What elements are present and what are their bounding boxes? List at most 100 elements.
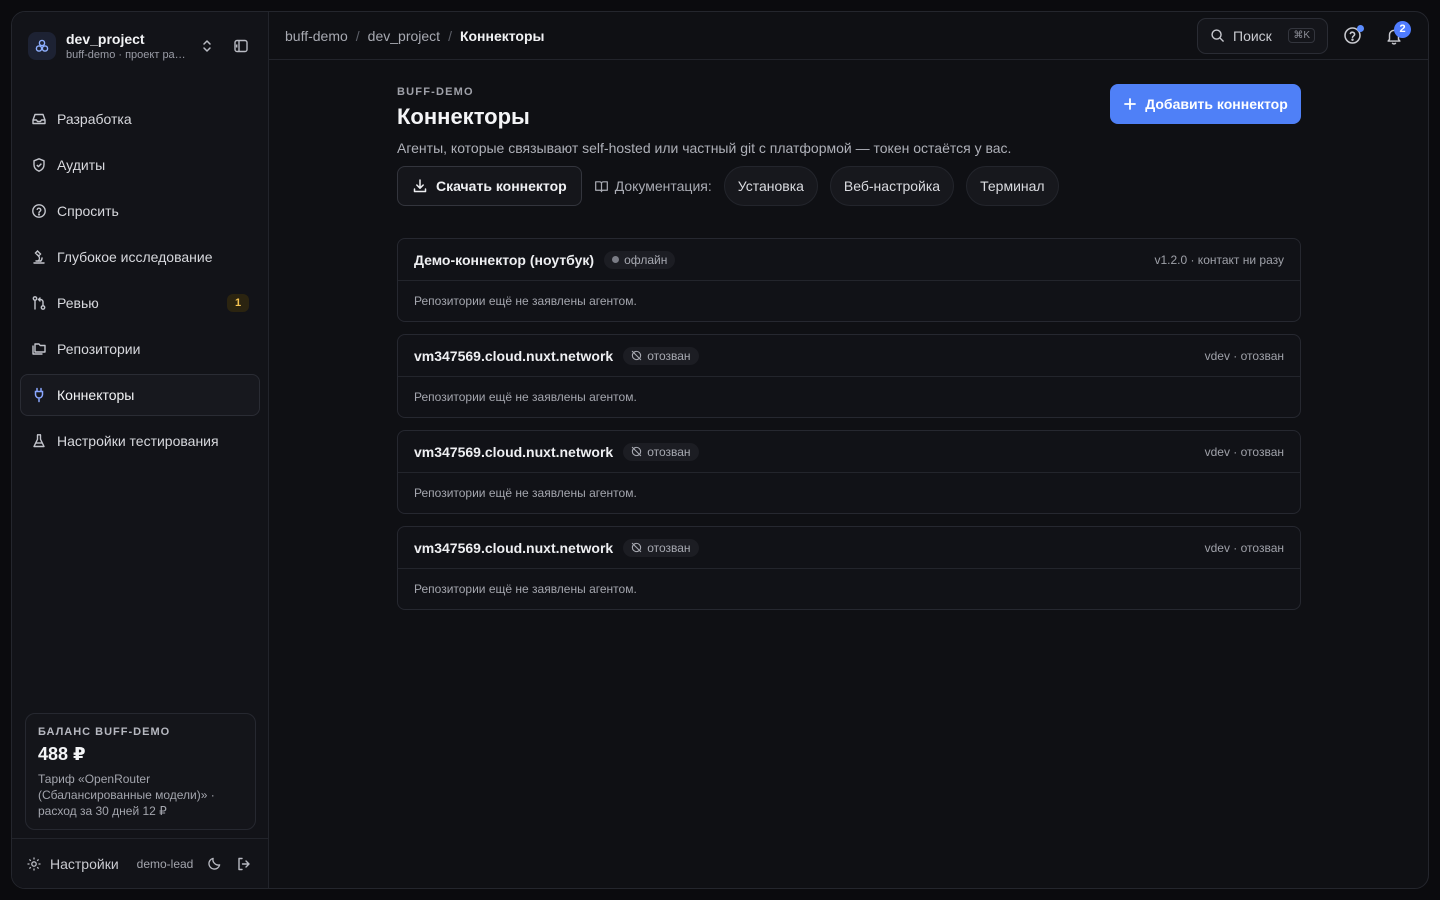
breadcrumb-separator: / — [355, 27, 360, 44]
status-label: отозван — [647, 348, 691, 363]
revoked-icon — [632, 350, 642, 361]
notifications-count-badge: 2 — [1394, 20, 1411, 38]
sidebar-item-label: Настройки тестирования — [57, 433, 219, 449]
docs-label: Документация: — [594, 178, 712, 194]
review-count-badge: 1 — [227, 294, 249, 312]
status-badge: отозван — [623, 442, 699, 461]
search-label: Поиск — [1233, 27, 1272, 44]
balance-amount: 488 ₽ — [38, 744, 86, 764]
project-name: dev_project — [66, 30, 145, 47]
status-badge: отозван — [623, 538, 699, 557]
logout-icon[interactable] — [236, 856, 252, 872]
doc-link-install[interactable]: Установка — [723, 166, 818, 206]
sidebar-nav: Разработка Аудиты Спросить Глубокое иссл… — [12, 80, 268, 466]
status-badge: офлайн — [604, 250, 676, 269]
microscope-icon — [31, 249, 47, 265]
status-badge: отозван — [623, 346, 699, 365]
git-compare-icon — [31, 295, 47, 311]
sidebar-item-deep-research[interactable]: Глубокое исследование — [20, 236, 260, 278]
revoked-icon — [632, 542, 642, 553]
sidebar-collapse-icon[interactable] — [230, 35, 252, 57]
breadcrumb: buff-demo / dev_project / Коннекторы — [285, 28, 1197, 44]
notifications-button[interactable]: 2 — [1376, 18, 1412, 54]
balance-description: Тариф «OpenRouter (Сбалансированные моде… — [38, 772, 215, 818]
page-content: BUFF-DEMO Коннекторы Агенты, которые свя… — [397, 60, 1301, 610]
connector-card-header: Демо-коннектор (ноутбук) офлайн v1.2.0 ·… — [398, 239, 1300, 281]
book-icon — [594, 180, 608, 192]
plug-icon — [31, 387, 47, 403]
user-name: demo-lead — [136, 856, 194, 871]
connector-name: vm347569.cloud.nuxt.network — [414, 347, 614, 364]
connector-card[interactable]: Демо-коннектор (ноутбук) офлайн v1.2.0 ·… — [397, 238, 1301, 322]
connector-repos-text: Репозитории ещё не заявлены агентом. — [414, 294, 637, 308]
add-connector-button[interactable]: Добавить коннектор — [1110, 84, 1301, 124]
sidebar-item-review[interactable]: Ревью 1 — [20, 282, 260, 324]
breadcrumb-item[interactable]: dev_project — [368, 28, 440, 44]
connector-card[interactable]: vm347569.cloud.nuxt.network отозван vdev… — [397, 430, 1301, 514]
connector-repos-text: Репозитории ещё не заявлены агентом. — [414, 486, 637, 500]
page-actions: Скачать коннектор Документация: Установк… — [397, 166, 1059, 206]
sidebar-item-development[interactable]: Разработка — [20, 98, 260, 140]
chevrons-up-down-icon[interactable] — [196, 35, 218, 57]
gear-icon — [26, 856, 42, 872]
download-connector-button[interactable]: Скачать коннектор — [397, 166, 582, 206]
shield-icon — [31, 157, 47, 173]
doc-link-web-setup[interactable]: Веб-настройка — [829, 166, 955, 206]
settings-label: Настройки — [50, 855, 119, 872]
app-window: dev_project buff-demo · проект разр... Р… — [11, 11, 1429, 889]
moon-icon[interactable] — [207, 856, 222, 871]
page-eyebrow: BUFF-DEMO — [397, 86, 474, 98]
doc-link-terminal[interactable]: Терминал — [966, 166, 1059, 206]
add-connector-label: Добавить коннектор — [1145, 96, 1288, 112]
settings-link[interactable]: Настройки — [26, 856, 119, 872]
download-icon — [413, 179, 427, 193]
sidebar-item-label: Аудиты — [57, 157, 106, 173]
project-subtitle: buff-demo · проект разр... — [66, 48, 190, 61]
project-switcher[interactable]: dev_project buff-demo · проект разр... — [12, 12, 268, 80]
connector-card[interactable]: vm347569.cloud.nuxt.network отозван vdev… — [397, 526, 1301, 610]
connector-meta: vdev · отозван — [1204, 444, 1284, 459]
breadcrumb-current: Коннекторы — [459, 27, 545, 44]
search-icon — [1210, 28, 1225, 43]
status-label: офлайн — [624, 252, 668, 267]
connector-card-header: vm347569.cloud.nuxt.network отозван vdev… — [398, 527, 1300, 569]
sidebar-item-test-settings[interactable]: Настройки тестирования — [20, 420, 260, 462]
question-icon — [31, 203, 47, 219]
status-label: отозван — [647, 540, 691, 555]
sidebar-item-label: Коннекторы — [57, 387, 135, 403]
connector-meta: vdev · отозван — [1204, 348, 1284, 363]
topbar: buff-demo / dev_project / Коннекторы Пои… — [269, 12, 1428, 60]
connector-repos-text: Репозитории ещё не заявлены агентом. — [414, 390, 637, 404]
page-header: BUFF-DEMO Коннекторы Агенты, которые свя… — [397, 60, 1301, 225]
page-title: Коннекторы — [397, 104, 530, 129]
sidebar-item-connectors[interactable]: Коннекторы — [20, 374, 260, 416]
connector-repos-text: Репозитории ещё не заявлены агентом. — [414, 582, 637, 596]
sidebar-item-ask[interactable]: Спросить — [20, 190, 260, 232]
download-connector-label: Скачать коннектор — [436, 178, 567, 194]
connector-meta: vdev · отозван — [1204, 540, 1284, 555]
search-button[interactable]: Поиск ⌘K — [1197, 17, 1328, 54]
sidebar-item-label: Спросить — [57, 203, 119, 219]
flask-icon — [31, 433, 47, 449]
balance-card: БАЛАНС BUFF-DEMO 488 ₽ Тариф «OpenRouter… — [25, 713, 256, 830]
main-area: buff-demo / dev_project / Коннекторы Пои… — [269, 12, 1428, 888]
connector-meta: v1.2.0 · контакт ни разу — [1154, 252, 1284, 267]
connector-name: vm347569.cloud.nuxt.network — [414, 443, 614, 460]
sidebar-item-label: Глубокое исследование — [57, 249, 213, 265]
offline-dot-icon — [612, 256, 620, 263]
sidebar-item-audits[interactable]: Аудиты — [20, 144, 260, 186]
breadcrumb-separator: / — [448, 27, 452, 44]
help-button[interactable] — [1334, 18, 1370, 54]
project-logo-icon — [28, 32, 56, 60]
sidebar-item-label: Разработка — [57, 111, 132, 127]
page-description: Агенты, которые связывают self-hosted ил… — [397, 140, 1012, 156]
repo-icon — [31, 341, 47, 357]
search-shortcut: ⌘K — [1288, 28, 1315, 43]
sidebar-item-repositories[interactable]: Репозитории — [20, 328, 260, 370]
sidebar: dev_project buff-demo · проект разр... Р… — [12, 12, 269, 888]
breadcrumb-item[interactable]: buff-demo — [285, 28, 348, 44]
balance-title: БАЛАНС BUFF-DEMO — [38, 726, 171, 738]
docs-label-text: Документация: — [614, 178, 712, 194]
connector-card-header: vm347569.cloud.nuxt.network отозван vdev… — [398, 431, 1300, 473]
connector-card[interactable]: vm347569.cloud.nuxt.network отозван vdev… — [397, 334, 1301, 418]
